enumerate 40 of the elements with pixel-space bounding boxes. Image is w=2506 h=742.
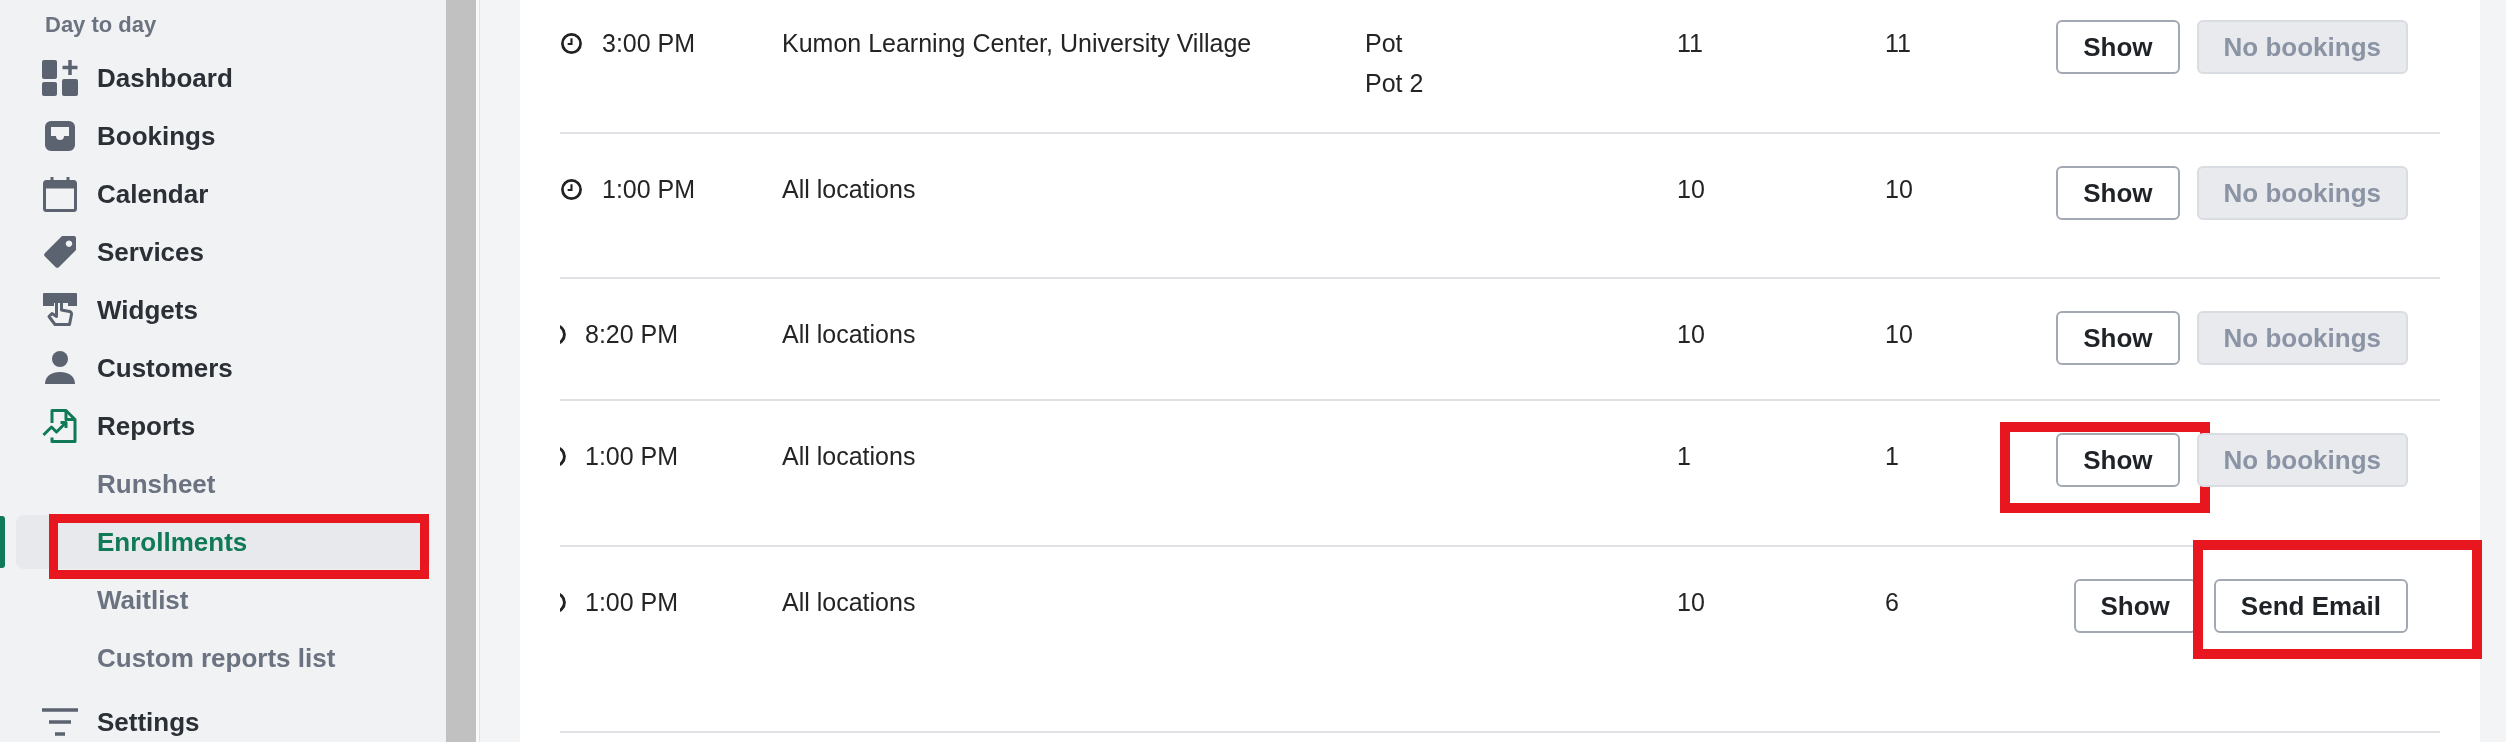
action-button[interactable]: Show bbox=[2056, 20, 2180, 74]
sidebar-item[interactable]: Services bbox=[0, 223, 446, 281]
count-text: 10 bbox=[1677, 175, 1705, 203]
time-text: 8:20 PM bbox=[585, 319, 679, 349]
time-text: 1:00 PM bbox=[602, 174, 696, 204]
count-text: 6 bbox=[1885, 588, 1899, 616]
scrollbar-thumb[interactable] bbox=[446, 0, 476, 742]
action-button[interactable]: Show bbox=[2056, 433, 2180, 487]
sidebar-subitem[interactable]: Custom reports list bbox=[16, 631, 430, 685]
resource-text: Pot bbox=[1365, 28, 1403, 58]
count-text: 1 bbox=[1677, 442, 1691, 470]
action-button[interactable]: Send Email bbox=[2213, 579, 2408, 633]
sidebar-item[interactable]: Calendar bbox=[0, 165, 446, 223]
sidebar-item[interactable]: Settings bbox=[0, 693, 446, 742]
sidebar-item[interactable]: Dashboard bbox=[0, 49, 446, 107]
action-button[interactable]: Show bbox=[2056, 166, 2180, 220]
time-text: 1:00 PM bbox=[585, 587, 679, 617]
resource-text: Pot 2 bbox=[1365, 68, 1424, 98]
count-text: 11 bbox=[1885, 29, 1911, 57]
location-text: All locations bbox=[782, 320, 916, 348]
sidebar-item[interactable]: Customers bbox=[0, 339, 446, 397]
time-text: 3:00 PM bbox=[602, 28, 696, 58]
action-button[interactable]: Show bbox=[2056, 311, 2180, 365]
count-text: 10 bbox=[1885, 175, 1913, 203]
sidebar-item[interactable]: Widgets bbox=[0, 281, 446, 339]
location-text: Kumon Learning Center, University Village bbox=[782, 29, 1252, 57]
time-text: 1:00 PM bbox=[585, 441, 679, 471]
location-text: All locations bbox=[782, 175, 916, 203]
location-text: All locations bbox=[782, 588, 916, 616]
count-text: 10 bbox=[1885, 320, 1913, 348]
location-text: All locations bbox=[782, 442, 916, 470]
section-label: Day to day bbox=[45, 11, 157, 38]
count-text: 11 bbox=[1677, 29, 1703, 57]
count-text: 10 bbox=[1677, 320, 1705, 348]
count-text: 10 bbox=[1677, 588, 1705, 616]
sidebar-subitem[interactable]: Runsheet bbox=[16, 457, 430, 511]
sidebar-item[interactable]: Bookings bbox=[0, 107, 446, 165]
sidebar-item[interactable]: Reports bbox=[0, 397, 446, 455]
count-text: 1 bbox=[1885, 442, 1899, 470]
sidebar-subitem[interactable]: Waitlist bbox=[16, 573, 430, 627]
